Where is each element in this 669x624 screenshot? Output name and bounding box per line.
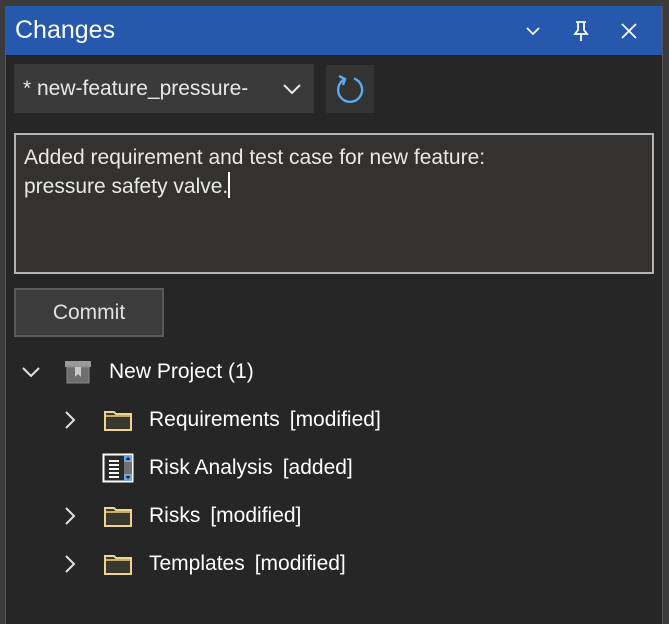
chevron-right-icon: [65, 507, 76, 525]
panel-title: Changes: [15, 16, 116, 44]
chevron-right-icon: [65, 555, 76, 573]
commit-message-text: Added requirement and test case for new …: [24, 146, 486, 198]
tree-node-label: Requirements: [149, 408, 280, 431]
tree-node-label: Templates: [149, 552, 245, 575]
text-caret: [228, 172, 231, 198]
tree-node-risks[interactable]: Risks [modified]: [6, 492, 662, 540]
tree-node-label: Risks: [149, 504, 201, 527]
branch-selected-value: * new-feature_pressure-: [23, 76, 249, 100]
tree-node-label: Risk Analysis: [149, 456, 273, 479]
tree-node-requirements[interactable]: Requirements [modified]: [6, 396, 662, 444]
tree-node-status: [modified]: [254, 552, 346, 575]
window-frame: Changes * new-feature_pressure- Added re…: [0, 0, 669, 624]
folder-icon: [102, 548, 134, 580]
tree-node-templates[interactable]: Templates [modified]: [6, 540, 662, 588]
expander-toggle[interactable]: [19, 360, 43, 384]
chevron-right-icon: [65, 411, 76, 429]
document-list-icon: [102, 452, 134, 484]
changes-panel: Changes * new-feature_pressure- Added re…: [5, 6, 663, 624]
close-icon: [621, 22, 637, 39]
panel-options-button[interactable]: [513, 11, 553, 51]
refresh-icon: [336, 74, 364, 104]
chevron-down-icon: [22, 367, 40, 378]
chevron-down-icon: [283, 83, 301, 94]
tree-node-status: [modified]: [210, 504, 302, 527]
chevron-down-icon: [526, 26, 540, 35]
panel-titlebar: Changes: [6, 6, 662, 55]
commit-message-input[interactable]: Added requirement and test case for new …: [14, 133, 654, 274]
folder-icon: [102, 404, 134, 436]
changes-tree: New Project (1) Requirements [modified]: [6, 348, 662, 588]
expander-toggle[interactable]: [58, 504, 82, 528]
tree-node-label: New Project (1): [109, 360, 254, 383]
expander-toggle[interactable]: [58, 552, 82, 576]
folder-icon: [102, 500, 134, 532]
tree-node-status: [modified]: [289, 408, 381, 431]
tree-node-project[interactable]: New Project (1): [6, 348, 662, 396]
commit-button[interactable]: Commit: [14, 288, 164, 337]
project-archive-icon: [62, 356, 94, 388]
tree-node-status: [added]: [282, 456, 353, 479]
pin-icon: [573, 20, 589, 41]
pin-button[interactable]: [561, 11, 601, 51]
close-button[interactable]: [609, 11, 649, 51]
tree-node-risk-analysis[interactable]: Risk Analysis [added]: [6, 444, 662, 492]
branch-dropdown[interactable]: * new-feature_pressure-: [14, 64, 314, 113]
refresh-button[interactable]: [326, 65, 374, 113]
expander-toggle[interactable]: [58, 408, 82, 432]
